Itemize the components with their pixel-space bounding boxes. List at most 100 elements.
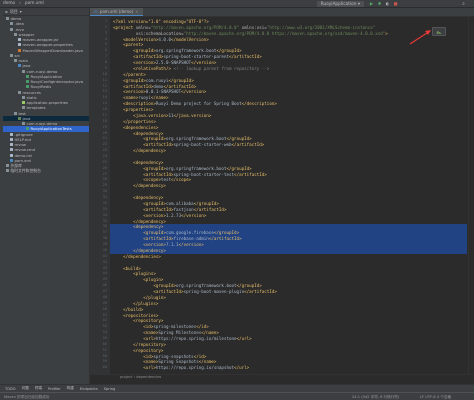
file-icon xyxy=(22,95,25,99)
maven-reload-icon[interactable]: m↻ xyxy=(432,27,446,36)
tab-pom-xml[interactable]: m pom.xml (demo) × xyxy=(90,8,143,16)
close-icon[interactable]: × xyxy=(135,9,138,14)
code-token: </plugin> xyxy=(143,294,166,300)
code-token: <dependency> xyxy=(133,195,164,201)
code-token: <relativePath/> xyxy=(133,65,171,71)
code-token: <repository> xyxy=(133,318,164,324)
file-icon xyxy=(10,158,13,162)
caret-position[interactable]: 24:1 (542 字符, 8 行换行符) xyxy=(352,395,399,400)
tool-window-button[interactable]: Profiler xyxy=(48,387,61,391)
tool-window-button[interactable]: Endpoints xyxy=(80,387,98,391)
current-file-name[interactable]: pom.xml xyxy=(25,1,44,6)
xml-breadcrumb[interactable]: project › dependencies xyxy=(90,374,474,379)
code-token: </plugins> xyxy=(133,300,159,306)
coverage-icon[interactable]: ◐ xyxy=(385,2,390,7)
tool-window-button[interactable]: TODO xyxy=(5,387,16,391)
file-icon xyxy=(18,90,21,94)
code-token: com.google.firebase xyxy=(165,230,214,236)
tab-label: pom.xml (demo) xyxy=(99,9,134,14)
project-tool-window: ▪ 项目 ▾ demo .idea .mvn wrapper maven-wrapper… xyxy=(3,8,90,384)
file-icon xyxy=(26,74,29,78)
code-token: org.springframework.boot xyxy=(165,136,227,142)
code-token: </groupId> xyxy=(226,165,252,171)
code-token: xsi:schemaLocation= xyxy=(135,30,184,36)
tool-window-button[interactable]: 终端 xyxy=(35,386,42,391)
file-icon xyxy=(14,32,17,36)
file-icon xyxy=(18,116,21,120)
tool-window-button[interactable]: 问题 xyxy=(22,386,29,391)
code-token: xmlns:xsi= xyxy=(241,24,267,30)
code-token: "http://maven.apache.org/POM/4.0.0 https… xyxy=(183,30,386,36)
code-token: </groupId> xyxy=(213,230,240,236)
code-token: <id> xyxy=(143,324,154,330)
run-configuration-dropdown[interactable]: RuoyiApplication ▾ xyxy=(316,1,364,7)
file-icon xyxy=(22,106,25,110)
tool-window-button[interactable]: 构建 xyxy=(67,386,74,391)
file-icon xyxy=(6,164,9,168)
file-icon xyxy=(18,48,21,52)
project-name[interactable]: demo xyxy=(3,1,15,6)
code-token: com.alibaba xyxy=(165,200,194,206)
code-token: <parent> xyxy=(123,42,144,48)
file-icon xyxy=(18,38,21,42)
code-token: <artifactId> xyxy=(143,142,174,148)
file-icon xyxy=(10,153,13,157)
code-token: </dependency> xyxy=(133,148,166,154)
code-token: <dependency> xyxy=(133,224,164,230)
search-icon[interactable]: ⌕ xyxy=(461,2,466,7)
code-token: </properties> xyxy=(123,118,156,124)
code-token: https://repo.spring.io/snapshot xyxy=(155,365,235,371)
editor-scrollbar[interactable] xyxy=(468,17,474,374)
code-token: 1.2.73 xyxy=(165,212,182,218)
code-token: </name> xyxy=(150,95,169,101)
code-token: <groupId> xyxy=(143,165,166,171)
stop-icon[interactable]: ■ xyxy=(393,2,398,7)
code-token: spring-milestones xyxy=(153,324,197,330)
line-number[interactable]: 60 xyxy=(93,365,107,371)
code-token: </version> xyxy=(191,60,217,66)
folder-icon: ▪ xyxy=(5,9,8,14)
code-token: <java.version> xyxy=(133,112,169,118)
code-editor[interactable]: <?xml version="1.0" encoding="UTF-8"?> <p… xyxy=(110,17,474,374)
code-token: <groupId> xyxy=(143,200,166,206)
file-icon xyxy=(14,111,17,115)
status-message[interactable]: Maven 的项目已经加载成功 xyxy=(4,395,49,400)
file-icon xyxy=(14,59,17,63)
code-token: <?xml version="1.0" encoding="UTF-8"?> xyxy=(113,19,209,24)
chevron-down-icon: ▾ xyxy=(356,1,360,7)
code-token: <build> xyxy=(123,265,141,271)
code-token: </repository> xyxy=(133,341,166,347)
file-encoding[interactable]: LF UTF-8 4 个空格 xyxy=(420,395,451,400)
code-token: Ruoyi Demo project for Spring Boot xyxy=(155,101,242,107)
project-pane-title[interactable]: 项目 xyxy=(10,9,18,15)
tree-item[interactable]: 临时文件和控制台 xyxy=(3,168,89,173)
file-icon xyxy=(6,169,9,173)
code-token: demo xyxy=(153,83,164,89)
code-token: spring-boot-starter-parent xyxy=(163,54,229,60)
code-token: 2.5.0-SNAPSHOT xyxy=(155,60,192,66)
run-icon[interactable]: ▶ xyxy=(369,2,374,7)
code-token: <version> xyxy=(133,60,156,66)
tool-window-button[interactable]: Spring xyxy=(104,387,116,391)
debug-icon[interactable]: ✱ xyxy=(377,2,382,7)
code-line[interactable]: <url>https://repo.spring.io/snapshot</ur… xyxy=(110,365,467,371)
code-token: org.springframework.boot xyxy=(176,283,237,289)
code-token: org.springframework.boot xyxy=(165,165,227,171)
chevron-down-icon[interactable]: ▾ xyxy=(20,9,22,14)
file-icon xyxy=(10,53,13,57)
code-token: <id> xyxy=(143,353,154,359)
code-token: firebase-admin xyxy=(173,236,209,242)
